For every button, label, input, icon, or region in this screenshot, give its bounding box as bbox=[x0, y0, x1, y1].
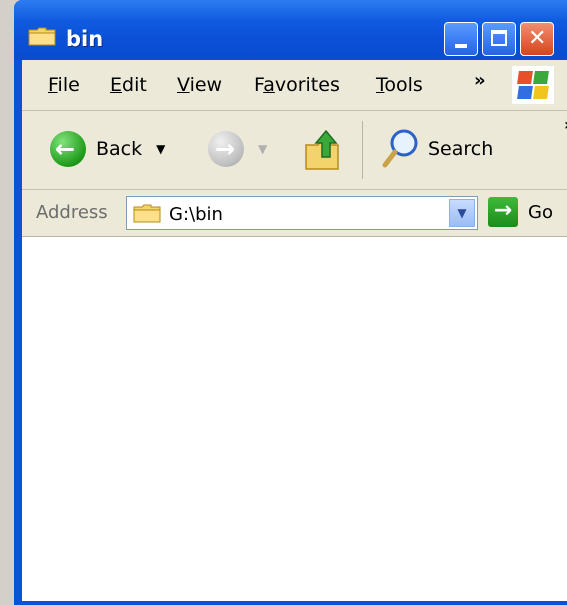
address-value: G:\bin bbox=[169, 204, 223, 225]
go-button[interactable]: → Go bbox=[488, 197, 553, 227]
menu-overflow-chevron-icon[interactable]: » bbox=[474, 70, 486, 91]
menu-bar: File Edit View Favorites Tools » bbox=[22, 60, 567, 111]
windows-logo-blue bbox=[517, 86, 533, 99]
back-label: Back bbox=[96, 138, 143, 160]
maximize-icon bbox=[491, 30, 507, 46]
menu-tools[interactable]: Tools bbox=[376, 74, 423, 96]
menu-file[interactable]: File bbox=[48, 74, 80, 96]
address-bar: Address G:\bin ▼ → Go bbox=[22, 190, 567, 237]
forward-button[interactable]: → ▼ bbox=[208, 131, 267, 167]
go-label: Go bbox=[528, 201, 553, 223]
maximize-button[interactable] bbox=[482, 22, 516, 56]
windows-logo-green bbox=[533, 71, 549, 84]
back-arrow-glyph: ← bbox=[55, 135, 76, 163]
windows-logo-yellow bbox=[533, 86, 549, 99]
back-button[interactable]: ← Back ▼ bbox=[50, 131, 165, 167]
folder-icon bbox=[28, 27, 56, 46]
folder-icon bbox=[133, 204, 161, 223]
address-dropdown-button[interactable]: ▼ bbox=[449, 199, 475, 227]
minimize-button[interactable] bbox=[444, 22, 478, 56]
explorer-window: bin ✕ File Edit View Favorites Tools » ←… bbox=[14, 0, 567, 605]
forward-dropdown-icon[interactable]: ▼ bbox=[258, 142, 267, 156]
title-bar[interactable]: bin ✕ bbox=[14, 0, 567, 60]
close-button[interactable]: ✕ bbox=[520, 22, 554, 56]
menu-file-rest: ile bbox=[57, 74, 80, 96]
toolbar-separator bbox=[362, 121, 363, 179]
search-button[interactable]: Search bbox=[380, 127, 493, 171]
menu-favorites-pre: F bbox=[254, 74, 264, 96]
back-arrow-icon: ← bbox=[50, 131, 86, 167]
address-input[interactable]: G:\bin ▼ bbox=[126, 196, 478, 230]
folder-content-area[interactable] bbox=[22, 237, 567, 601]
menu-view-accel: V bbox=[177, 74, 190, 96]
search-label: Search bbox=[428, 138, 494, 160]
go-arrow-icon: → bbox=[488, 197, 518, 227]
window-title: bin bbox=[66, 27, 104, 51]
menu-view-rest: iew bbox=[189, 74, 223, 96]
menu-edit[interactable]: Edit bbox=[110, 74, 147, 96]
menu-file-accel: F bbox=[48, 74, 58, 96]
chevron-down-icon: ▼ bbox=[457, 206, 467, 220]
forward-arrow-icon: → bbox=[208, 131, 244, 167]
up-folder-icon[interactable] bbox=[302, 127, 342, 171]
forward-arrow-glyph: → bbox=[215, 135, 236, 163]
back-dropdown-icon[interactable]: ▼ bbox=[156, 142, 165, 156]
menu-favorites[interactable]: Favorites bbox=[254, 74, 340, 96]
menu-favorites-rest: vorites bbox=[274, 74, 340, 96]
menu-view[interactable]: View bbox=[177, 74, 222, 96]
menu-tools-rest: ools bbox=[384, 74, 423, 96]
minimize-icon bbox=[455, 44, 467, 48]
menu-edit-accel: E bbox=[110, 74, 123, 96]
magnifier-icon bbox=[382, 129, 418, 168]
windows-logo-icon bbox=[512, 66, 554, 104]
menu-edit-rest: dit bbox=[122, 74, 147, 96]
standard-toolbar: ← Back ▼ → ▼ Search » bbox=[22, 111, 567, 190]
close-icon: ✕ bbox=[528, 26, 547, 51]
address-label: Address bbox=[36, 202, 108, 223]
windows-logo-red bbox=[517, 71, 533, 84]
menu-favorites-accel: a bbox=[263, 74, 275, 96]
